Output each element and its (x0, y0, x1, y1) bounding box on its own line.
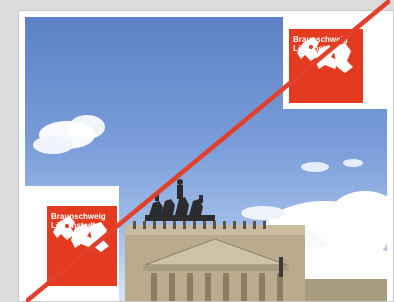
logo-card-bottom: Braunschweig Löwenstadt (25, 186, 119, 301)
cloud-left (33, 115, 105, 154)
braunschweig-logo-top: Braunschweig Löwenstadt (289, 29, 363, 103)
image-frame: Braunschweig Löwenstadt Braunschweig (18, 10, 394, 302)
braunschweig-logo-bottom: Braunschweig Löwenstadt (47, 206, 117, 286)
photo-braunschweig-theatre: Braunschweig Löwenstadt Braunschweig (25, 17, 387, 301)
logo-card-top: Braunschweig Löwenstadt (283, 17, 387, 109)
lion-emblem-icon (53, 216, 109, 252)
quadriga-statue (145, 179, 215, 221)
lion-emblem-icon (297, 37, 353, 73)
